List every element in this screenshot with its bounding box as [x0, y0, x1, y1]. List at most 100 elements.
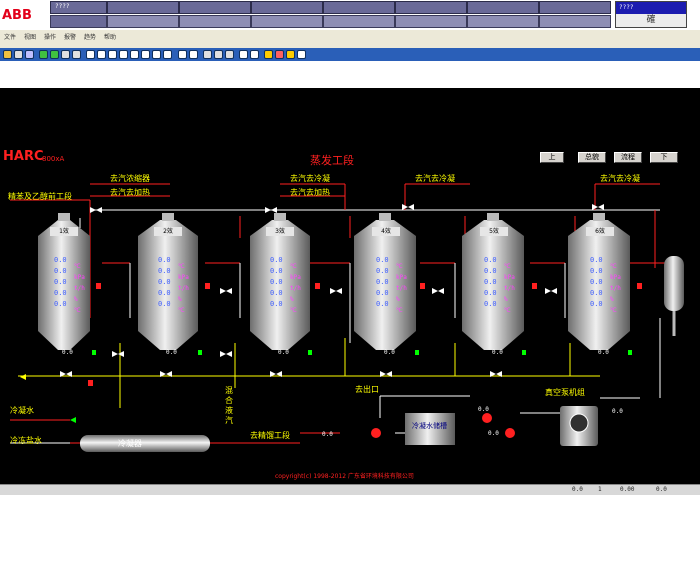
effect-tag[interactable]: 3效: [266, 227, 294, 236]
process-value[interactable]: 0.0: [590, 300, 603, 308]
process-value[interactable]: 0.0: [54, 278, 67, 286]
window-icon[interactable]: [214, 50, 223, 59]
effect-tag[interactable]: 6效: [586, 227, 614, 236]
effect-tag[interactable]: 2效: [154, 227, 182, 236]
flow-button[interactable]: 流程: [614, 152, 642, 163]
unit-label: ℃: [504, 307, 511, 314]
unit-label: kPa: [396, 274, 407, 281]
alarm-cell[interactable]: [395, 1, 467, 14]
alarm-cell[interactable]: [251, 15, 323, 28]
menu-item[interactable]: 文件: [4, 32, 16, 41]
page-icon[interactable]: [72, 50, 81, 59]
process-value[interactable]: 0.0: [590, 256, 603, 264]
process-value[interactable]: 0.0: [158, 267, 171, 275]
alarm-cell[interactable]: [323, 15, 395, 28]
doc-icon[interactable]: [152, 50, 161, 59]
unit-label: kPa: [504, 274, 515, 281]
process-value[interactable]: 0.0: [158, 289, 171, 297]
alarm-cell[interactable]: [107, 1, 179, 14]
process-value[interactable]: 0.0: [376, 300, 389, 308]
doc-icon[interactable]: [97, 50, 106, 59]
mixed-liquor-label: 混合液汽: [225, 386, 233, 425]
process-value[interactable]: 0.0: [158, 300, 171, 308]
save-icon[interactable]: [14, 50, 23, 59]
alarm-cell[interactable]: [107, 15, 179, 28]
steam-label: 去汽去冷凝: [415, 174, 455, 183]
help-icon[interactable]: [297, 50, 306, 59]
process-value[interactable]: 0.0: [270, 256, 283, 264]
doc-icon[interactable]: [130, 50, 139, 59]
next-page-button[interactable]: 下: [650, 152, 678, 163]
process-value[interactable]: 0.0: [590, 267, 603, 275]
alarm-cell[interactable]: [467, 1, 539, 14]
alarm-cell[interactable]: [50, 15, 107, 28]
trend-icon[interactable]: [250, 50, 259, 59]
operator-box[interactable]: ???? 確: [615, 1, 687, 28]
menu-item[interactable]: 报警: [64, 32, 76, 41]
effect-tag[interactable]: 5效: [480, 227, 508, 236]
page-icon[interactable]: [61, 50, 70, 59]
trend-icon[interactable]: [239, 50, 248, 59]
process-value[interactable]: 0.0: [376, 267, 389, 275]
doc-icon[interactable]: [108, 50, 117, 59]
process-value[interactable]: 0.0: [270, 267, 283, 275]
level-value: 0.0: [62, 349, 73, 356]
status-item: 0.0: [656, 486, 667, 493]
grid-icon[interactable]: [189, 50, 198, 59]
process-value[interactable]: 0.0: [590, 278, 603, 286]
effect-tag[interactable]: 4效: [372, 227, 400, 236]
unit-label: %: [290, 296, 294, 303]
menu-item[interactable]: 趋势: [84, 32, 96, 41]
prev-page-button[interactable]: 上: [540, 152, 564, 163]
doc-icon[interactable]: [163, 50, 172, 59]
folder-icon[interactable]: [3, 50, 12, 59]
tank-label: 冷凝水储槽: [412, 422, 447, 430]
process-value[interactable]: 0.0: [270, 278, 283, 286]
process-value[interactable]: 0.0: [270, 289, 283, 297]
unit-label: t/h: [504, 285, 515, 292]
menu-item[interactable]: 帮助: [104, 32, 116, 41]
print-icon[interactable]: [25, 50, 34, 59]
process-value[interactable]: 0.0: [54, 256, 67, 264]
alarm-cell[interactable]: [539, 1, 611, 14]
process-value[interactable]: 0.0: [484, 278, 497, 286]
alarm-cell[interactable]: [179, 15, 251, 28]
process-value[interactable]: 0.0: [484, 256, 497, 264]
window-icon[interactable]: [203, 50, 212, 59]
star-icon[interactable]: [286, 50, 295, 59]
process-value[interactable]: 0.0: [54, 267, 67, 275]
alarm-cell[interactable]: ????: [50, 1, 107, 14]
alarm-cell[interactable]: [323, 1, 395, 14]
process-value[interactable]: 0.0: [590, 289, 603, 297]
alarm-icon[interactable]: [275, 50, 284, 59]
alarm-cell[interactable]: [395, 15, 467, 28]
alarm-cell[interactable]: [467, 15, 539, 28]
process-value[interactable]: 0.0: [484, 289, 497, 297]
alarm-cell[interactable]: [539, 15, 611, 28]
process-value[interactable]: 0.0: [376, 256, 389, 264]
doc-icon[interactable]: [119, 50, 128, 59]
forward-icon[interactable]: [50, 50, 59, 59]
steam-label: 去汽去加热: [110, 188, 150, 197]
doc-icon[interactable]: [141, 50, 150, 59]
overview-button[interactable]: 总貌: [578, 152, 606, 163]
alarm-cell[interactable]: [179, 1, 251, 14]
bell-icon[interactable]: [264, 50, 273, 59]
process-value[interactable]: 0.0: [54, 289, 67, 297]
alarm-cell[interactable]: [251, 1, 323, 14]
process-value[interactable]: 0.0: [484, 300, 497, 308]
process-value[interactable]: 0.0: [158, 256, 171, 264]
effect-tag[interactable]: 1效: [50, 227, 78, 236]
menu-item[interactable]: 操作: [44, 32, 56, 41]
menu-item[interactable]: 视图: [24, 32, 36, 41]
process-value[interactable]: 0.0: [376, 278, 389, 286]
process-value[interactable]: 0.0: [158, 278, 171, 286]
play-icon[interactable]: [39, 50, 48, 59]
process-value[interactable]: 0.0: [376, 289, 389, 297]
window-icon[interactable]: [225, 50, 234, 59]
process-value[interactable]: 0.0: [54, 300, 67, 308]
process-value[interactable]: 0.0: [270, 300, 283, 308]
process-value[interactable]: 0.0: [484, 267, 497, 275]
grid-icon[interactable]: [178, 50, 187, 59]
doc-icon[interactable]: [86, 50, 95, 59]
